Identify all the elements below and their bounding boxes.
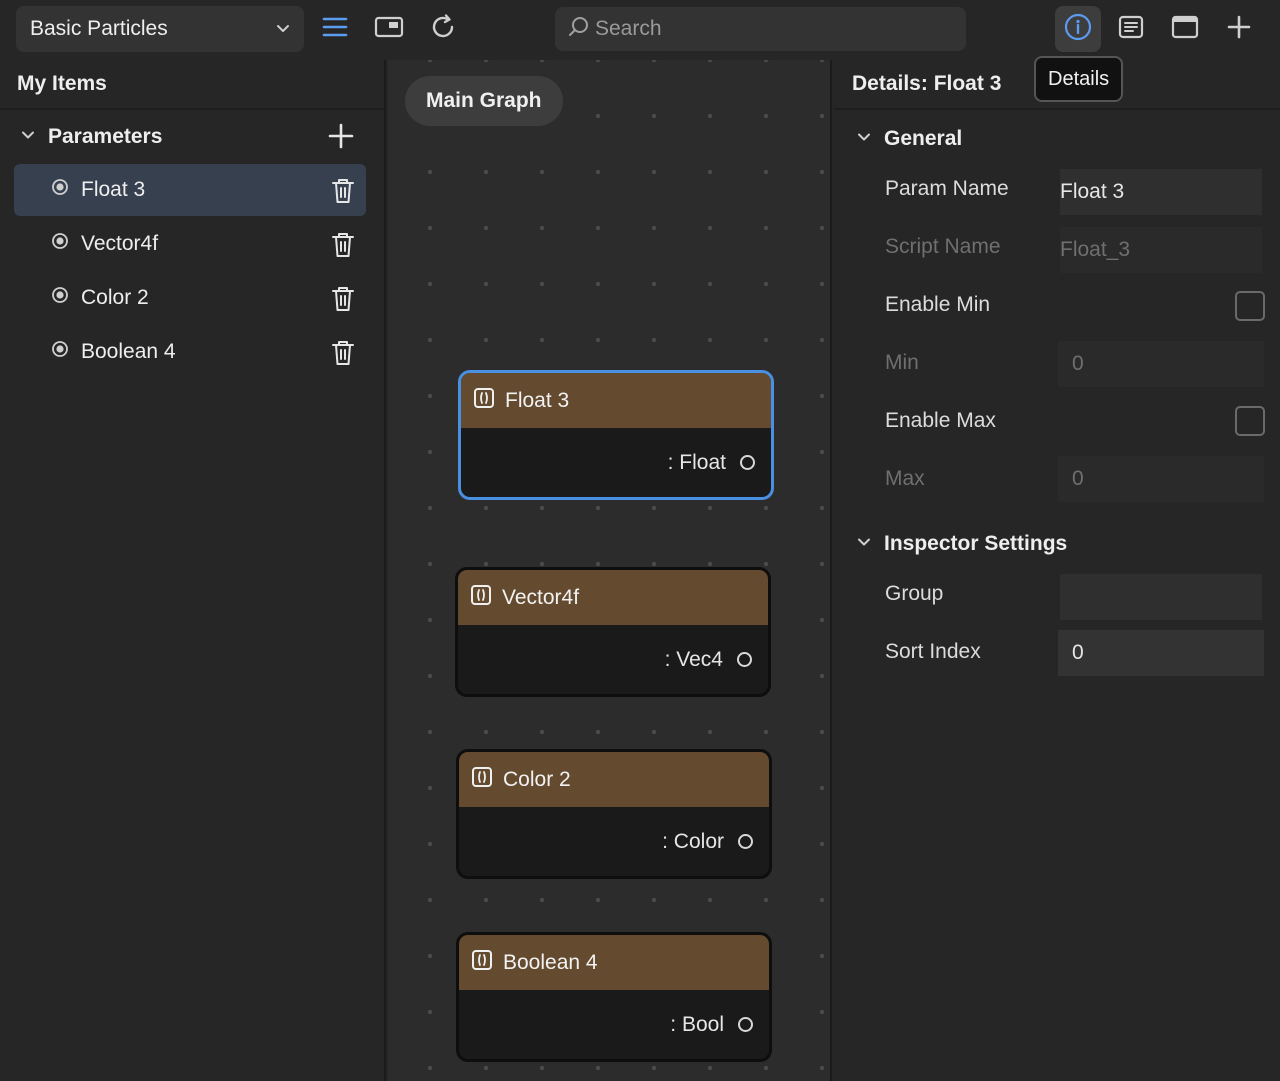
graph-tab-main[interactable]: Main Graph — [405, 76, 563, 126]
node-body: : Color — [459, 807, 769, 876]
project-select-label: Basic Particles — [30, 17, 168, 40]
output-pin[interactable] — [738, 1017, 753, 1032]
parameter-item-vector4f[interactable]: Vector4f — [14, 218, 366, 270]
window-button[interactable] — [1163, 7, 1207, 51]
plus-icon — [1226, 14, 1252, 45]
output-pin[interactable] — [737, 652, 752, 667]
parameter-node-icon — [470, 584, 492, 612]
section-label: Parameters — [48, 125, 163, 148]
chevron-down-icon — [274, 19, 292, 43]
search-icon — [567, 15, 591, 44]
node-header[interactable]: Vector4f — [458, 570, 768, 625]
details-button[interactable] — [1055, 6, 1101, 52]
script-name-field — [1060, 227, 1262, 273]
parameter-label: Vector4f — [81, 232, 159, 255]
node-title: Vector4f — [502, 585, 580, 609]
trash-icon[interactable] — [331, 339, 355, 373]
graph-node-vector4f[interactable]: Vector4f : Vec4 — [455, 567, 771, 697]
output-pin[interactable] — [738, 834, 753, 849]
parameter-item-boolean-4[interactable]: Boolean 4 — [14, 326, 366, 378]
info-icon — [1063, 12, 1093, 47]
details-tooltip: Details — [1034, 56, 1124, 102]
group-field[interactable] — [1060, 574, 1262, 620]
search-box[interactable] — [555, 7, 966, 51]
enable-max-label: Enable Max — [885, 409, 996, 432]
graph-node-float-3[interactable]: Float 3 : Float — [458, 370, 774, 500]
panel-icon — [374, 15, 404, 44]
trash-icon[interactable] — [331, 231, 355, 265]
graph-canvas[interactable]: Main Graph Float 3 : Float Vector4f : Ve… — [388, 60, 832, 1081]
parameters-section-header[interactable]: Parameters — [0, 110, 384, 164]
chevron-down-icon[interactable] — [856, 532, 872, 556]
output-pin[interactable] — [740, 455, 755, 470]
add-button[interactable] — [1217, 7, 1261, 51]
add-parameter-button[interactable] — [328, 123, 354, 155]
section-label: General — [884, 127, 963, 150]
output-label: : Bool — [670, 1012, 724, 1036]
node-body: : Float — [461, 428, 771, 497]
project-select[interactable]: Basic Particles — [16, 6, 304, 52]
details-list-icon — [1117, 14, 1145, 45]
output-label: : Color — [662, 829, 724, 853]
window-icon — [1170, 14, 1200, 45]
max-field — [1058, 456, 1264, 502]
node-title: Color 2 — [503, 767, 571, 791]
panel-toggle-button[interactable] — [367, 7, 411, 51]
parameter-dot-icon — [51, 286, 69, 310]
parameter-node-icon — [471, 766, 493, 794]
section-label: Inspector Settings — [884, 532, 1068, 555]
refresh-icon — [429, 13, 457, 46]
enable-max-checkbox[interactable] — [1235, 406, 1265, 436]
parameter-label: Float 3 — [81, 178, 146, 201]
output-label: : Vec4 — [664, 647, 723, 671]
parameter-dot-icon — [51, 178, 69, 202]
script-name-label: Script Name — [885, 235, 1001, 258]
chevron-down-icon[interactable] — [856, 127, 872, 151]
parameter-dot-icon — [51, 232, 69, 256]
parameter-item-float-3[interactable]: Float 3 — [14, 164, 366, 216]
list-icon — [322, 16, 348, 43]
output-label: : Float — [667, 450, 726, 474]
node-header[interactable]: Float 3 — [461, 373, 771, 428]
my-items-panel: My Items Parameters Float 3 Vector4f Col… — [0, 60, 386, 1081]
node-title: Float 3 — [505, 388, 570, 412]
chevron-down-icon[interactable] — [20, 125, 36, 149]
general-section-header[interactable]: General — [856, 119, 962, 159]
refresh-button[interactable] — [421, 7, 465, 51]
top-toolbar: Basic Particles — [0, 0, 1280, 60]
min-label: Min — [885, 351, 919, 374]
panel-title: My Items — [0, 60, 384, 110]
list-view-button[interactable] — [313, 7, 357, 51]
min-field — [1058, 341, 1264, 387]
plus-icon — [328, 123, 354, 149]
sort-index-field[interactable] — [1058, 630, 1264, 676]
details-panel: Details: Float 3 General Param Name Scri… — [834, 60, 1280, 1081]
trash-icon[interactable] — [331, 285, 355, 319]
trash-icon[interactable] — [331, 177, 355, 211]
parameter-node-icon — [473, 387, 495, 415]
parameter-label: Color 2 — [81, 286, 149, 309]
node-title: Boolean 4 — [503, 950, 598, 974]
parameter-label: Boolean 4 — [81, 340, 176, 363]
node-body: : Vec4 — [458, 625, 768, 694]
param-name-field[interactable] — [1060, 169, 1262, 215]
inspector-section-header[interactable]: Inspector Settings — [856, 524, 1067, 564]
max-label: Max — [885, 467, 925, 490]
parameter-item-color-2[interactable]: Color 2 — [14, 272, 366, 324]
graph-node-boolean-4[interactable]: Boolean 4 : Bool — [456, 932, 772, 1062]
enable-min-label: Enable Min — [885, 293, 991, 316]
param-name-label: Param Name — [885, 177, 1009, 200]
sort-index-label: Sort Index — [885, 640, 981, 663]
enable-min-checkbox[interactable] — [1235, 291, 1265, 321]
parameter-dot-icon — [51, 340, 69, 364]
node-header[interactable]: Boolean 4 — [459, 935, 769, 990]
graph-node-color-2[interactable]: Color 2 : Color — [456, 749, 772, 879]
search-input[interactable] — [595, 17, 955, 41]
group-label: Group — [885, 582, 944, 605]
node-body: : Bool — [459, 990, 769, 1059]
properties-button[interactable] — [1109, 7, 1153, 51]
node-header[interactable]: Color 2 — [459, 752, 769, 807]
parameter-node-icon — [471, 949, 493, 977]
